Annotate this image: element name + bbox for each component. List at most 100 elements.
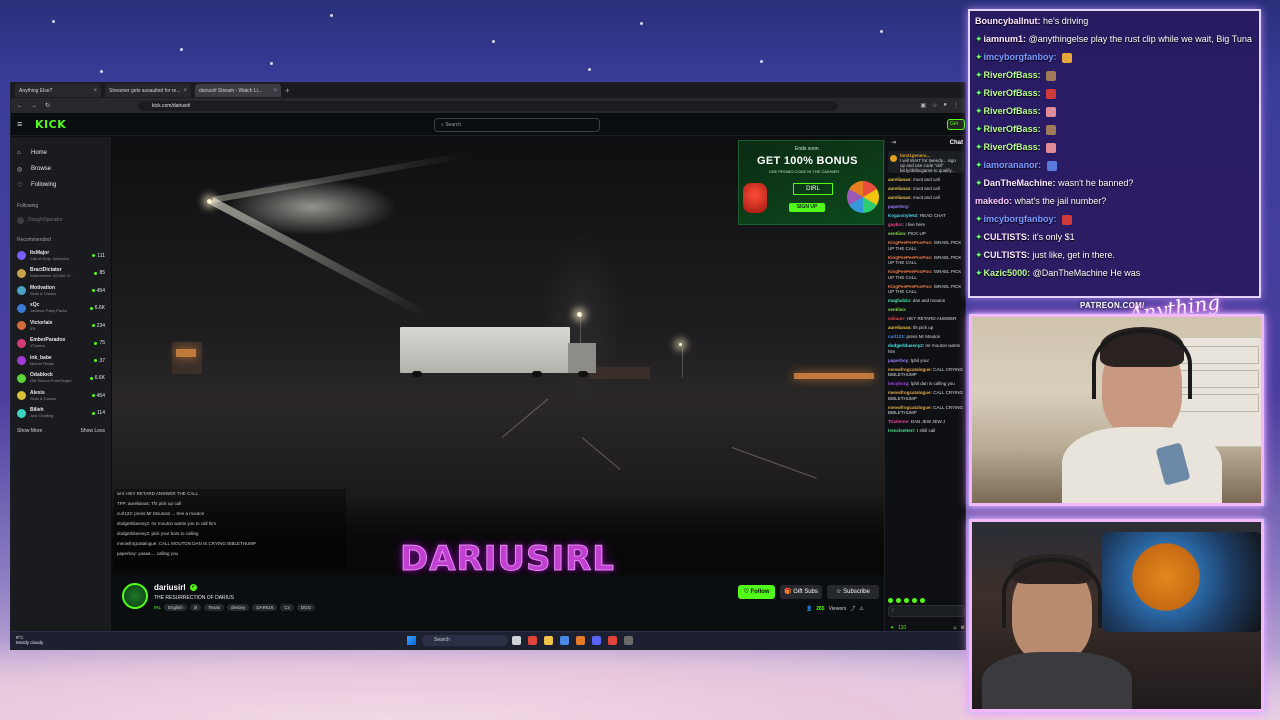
report-icon[interactable]: ⚠ (859, 606, 863, 612)
chat-username: imcyborgfanboy: (983, 52, 1057, 62)
gift-subs-button[interactable]: 🎁 Gift Subs (780, 585, 822, 599)
stream-tag[interactable]: Cx (280, 604, 294, 611)
chat-username[interactable]: paperboy: (888, 358, 910, 363)
discord-icon[interactable] (592, 636, 601, 645)
extension-icon[interactable]: ▣ (920, 102, 926, 109)
browser-tab-1[interactable]: Anything Else? × (15, 84, 101, 97)
back-icon[interactable]: ← (17, 103, 23, 109)
chat-username[interactable]: gaybrc: (888, 222, 904, 227)
chat-username[interactable]: Tristenne: (888, 419, 910, 424)
stream-tag[interactable]: English (164, 604, 187, 611)
get-button[interactable]: Get (947, 119, 965, 130)
emote-icon[interactable] (888, 598, 893, 603)
site-search-input[interactable]: ⌕ Search (434, 118, 600, 132)
chat-username[interactable]: meowfrogcatalogue: (888, 390, 932, 395)
recommended-channel[interactable]: Bilieh Just Chatting 114 (17, 405, 105, 423)
show-less-button[interactable]: Show Less (81, 428, 105, 434)
chat-username[interactable]: curl123: (888, 334, 905, 339)
show-more-button[interactable]: Show More (17, 428, 42, 434)
chat-username[interactable]: KingPeePeePooPoo: (888, 269, 933, 274)
browser-tab-3[interactable]: dariusirl Stream - Watch Li... × (195, 84, 281, 97)
chat-username[interactable]: trenclsetterr: (888, 428, 916, 433)
recommended-channel[interactable]: BractDictator Warhammer 40,000: D... 85 (17, 265, 105, 283)
chrome-icon[interactable] (608, 636, 617, 645)
recommended-channel[interactable]: Victorlaix IRL 234 (17, 317, 105, 335)
chat-username[interactable]: aurelianas: (888, 186, 912, 191)
new-tab-icon[interactable]: + (285, 86, 290, 95)
channel-name-row[interactable]: dariusirl ✓ (154, 583, 197, 592)
nav-home[interactable]: ⌂ Home (17, 145, 105, 161)
recommended-channel[interactable]: Alexis Slots & Casino 454 (17, 387, 105, 405)
recommended-channel[interactable]: EmberParadox VTubers 75 (17, 335, 105, 353)
url-field[interactable]: kick.com/dariusirl (138, 100, 839, 111)
emote-icon[interactable] (904, 598, 909, 603)
overlay-chat-message: ✦RiverOfBass: (975, 105, 1254, 118)
recommended-channel[interactable]: xQc Jackbox Party Packs 6.6K (17, 300, 105, 318)
chat-username[interactable]: aurelianas: (888, 195, 912, 200)
pinned-message[interactable]: bm21genera... I will WAIT for tweedy... … (888, 151, 964, 173)
close-icon[interactable]: × (273, 88, 277, 94)
chat-username[interactable]: paperboy: (888, 204, 910, 209)
obs-icon[interactable] (624, 636, 633, 645)
close-icon[interactable]: × (93, 88, 97, 94)
stream-tag[interactable]: Texas (204, 604, 225, 611)
close-icon[interactable]: × (183, 88, 187, 94)
menu-icon[interactable]: ⋮ (953, 102, 959, 109)
chat-username[interactable]: KingPeePeePooPoo: (888, 255, 933, 260)
ad-signup-button[interactable]: SIGN UP (789, 203, 825, 212)
casino-ad-banner[interactable]: Ends soon GET 100% BONUS USE PROMO CODE … (738, 140, 884, 225)
chat-username[interactable]: aurelianas: (888, 177, 912, 182)
subscribe-button[interactable]: ☆ Subscribe (827, 585, 879, 599)
stream-category[interactable]: IRL (154, 605, 161, 610)
emote-icon[interactable] (912, 598, 917, 603)
folder-icon[interactable] (544, 636, 553, 645)
recommended-channel[interactable]: ink_babe Marvel Rivals 37 (17, 352, 105, 370)
start-icon[interactable] (407, 636, 416, 645)
stream-tag[interactable]: destiny (227, 604, 250, 611)
hamburger-menu-icon[interactable]: ≡ (17, 119, 29, 129)
chat-input[interactable]: / (888, 605, 965, 617)
task-view-icon[interactable] (512, 636, 521, 645)
nav-browse[interactable]: ◎ Browse (17, 161, 105, 177)
follow-button[interactable]: ♡ Follow (738, 585, 775, 599)
chat-username[interactable]: mikautr: (888, 316, 906, 321)
chat-username[interactable]: sentiiso: (888, 307, 907, 312)
weather-widget[interactable]: 9°C Mostly cloudy (16, 635, 43, 645)
followed-channel[interactable]: DoughOperator (17, 213, 105, 227)
app-icon-orange[interactable] (576, 636, 585, 645)
recommended-channel[interactable]: Odablock Old School RuneScape 6.6K (17, 370, 105, 388)
kick-logo[interactable]: KICK (35, 118, 66, 131)
chat-username[interactable]: imcyborg: (888, 381, 910, 386)
browser-tab-2[interactable]: Streamer gets assaulted for re... × (105, 84, 191, 97)
app-icon-multicolor[interactable] (560, 636, 569, 645)
chat-username[interactable]: Koganstyle62: (888, 213, 919, 218)
taskbar-search[interactable]: Search (422, 635, 508, 646)
chat-username[interactable]: dodgerbluesny2: (888, 343, 924, 348)
forward-icon[interactable]: → (31, 103, 37, 109)
chat-username: RiverOfBass: (983, 142, 1041, 152)
bookmark-icon[interactable]: ☆ (932, 102, 937, 109)
site-chat-panel: ⇥ Chat bm21genera... I will WAIT for twe… (884, 137, 965, 649)
chat-username[interactable]: aurelianas: (888, 325, 912, 330)
emote-icon[interactable] (896, 598, 901, 603)
overlay-chat-message: ✦RiverOfBass: (975, 87, 1254, 100)
chat-username[interactable]: meowfrogcatalogue: (888, 367, 932, 372)
collapse-chat-icon[interactable]: ⇥ (891, 137, 896, 149)
channel-avatar[interactable] (122, 583, 148, 609)
chat-username[interactable]: meowfrogcatalogue: (888, 405, 932, 410)
stream-tag[interactable]: DARIUS (252, 604, 278, 611)
emote-icon[interactable] (920, 598, 925, 603)
chat-username[interactable]: KingPeePeePooPoo: (888, 240, 933, 245)
recommended-channel[interactable]: Motivation Slots & Casino 454 (17, 282, 105, 300)
share-icon[interactable]: ⤴ (850, 605, 855, 612)
chat-username[interactable]: sentiiso: (888, 231, 907, 236)
recommended-channel[interactable]: ItsMajor Call of Duty: Warzone 111 (17, 247, 105, 265)
chat-username[interactable]: KingPeePeePooPoo: (888, 284, 933, 289)
nav-following[interactable]: ♡ Following (17, 177, 105, 193)
reload-icon[interactable]: ↻ (45, 102, 50, 109)
profile-icon[interactable]: ● (943, 102, 947, 109)
stream-tag[interactable]: DGG (296, 604, 316, 611)
stream-tag[interactable]: irl (189, 604, 202, 611)
chat-username[interactable]: maghalzio: (888, 298, 912, 303)
app-icon-red[interactable] (528, 636, 537, 645)
